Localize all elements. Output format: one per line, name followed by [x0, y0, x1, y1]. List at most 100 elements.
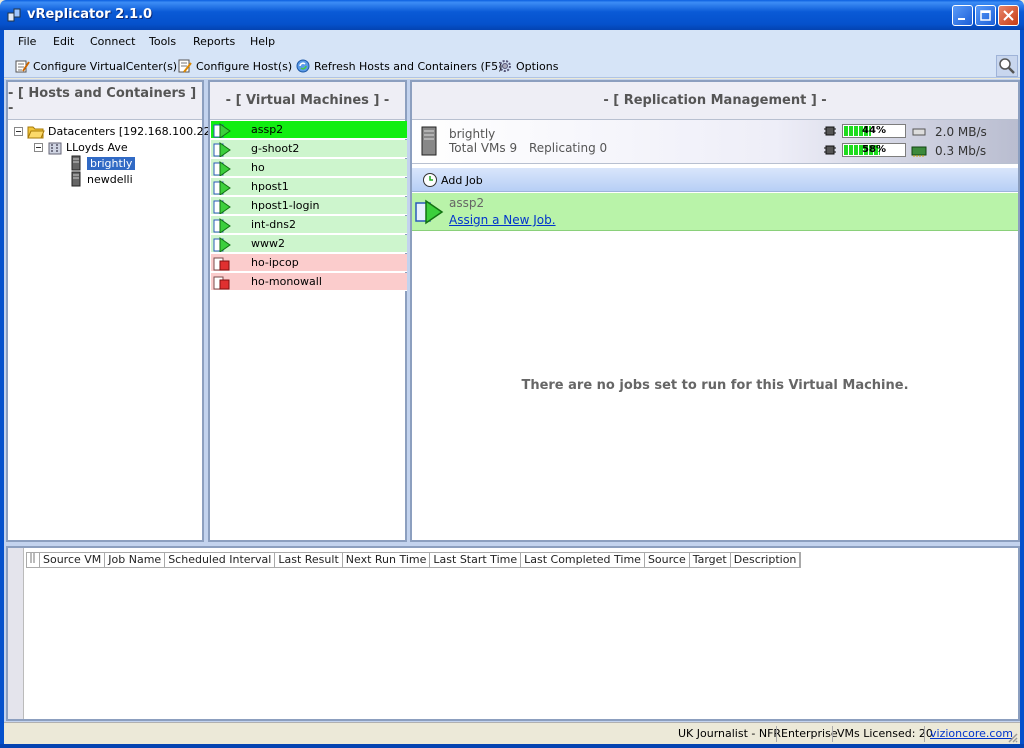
collapse-icon[interactable]: [34, 142, 43, 152]
column-header[interactable]: Last Result: [275, 553, 343, 567]
tree-site-lloyds-ave[interactable]: LLoyds Ave: [34, 139, 128, 155]
host-summary-bar: brightly Total VMs 9 Replicating 0 44% 2…: [412, 120, 1018, 164]
column-header[interactable]: Target: [690, 553, 731, 567]
vm-row-int-dns2[interactable]: int-dns2: [211, 216, 407, 234]
memory-usage-meter: 58%: [842, 143, 906, 157]
vm-row-www2[interactable]: www2: [211, 235, 407, 253]
edit-list-icon: [15, 60, 30, 73]
column-header[interactable]: Next Run Time: [343, 553, 431, 567]
window-frame-right: [1020, 30, 1024, 748]
vm-running-icon: [213, 218, 231, 233]
column-header[interactable]: Scheduled Interval: [165, 553, 276, 567]
tree-root-datacenters[interactable]: Datacenters [192.168.100.22]: [14, 123, 215, 139]
add-job-button[interactable]: Add Job: [422, 172, 483, 188]
assign-new-job-link[interactable]: Assign a New Job.: [449, 213, 556, 227]
collapse-icon[interactable]: [14, 126, 23, 136]
window-title: vReplicator 2.1.0: [27, 7, 153, 22]
column-header[interactable]: Description: [731, 553, 801, 567]
menu-file[interactable]: File: [18, 35, 36, 48]
replication-panel-header: - [ Replication Management ] -: [412, 82, 1018, 120]
menu-bar: File Edit Connect Tools Reports Help: [4, 30, 1020, 54]
column-header[interactable]: Job Name: [105, 553, 166, 567]
vm-row-assp2[interactable]: assp2: [211, 121, 407, 139]
vm-running-icon: [213, 237, 231, 252]
vm-running-icon: [213, 123, 231, 138]
tree-host-brightly[interactable]: brightly: [70, 155, 136, 171]
close-icon: [1003, 10, 1014, 21]
menu-help[interactable]: Help: [250, 35, 275, 48]
job-vm-name: assp2: [449, 196, 485, 210]
search-icon: [999, 58, 1015, 74]
gear-icon: [499, 60, 511, 72]
vms-panel: - [ Virtual Machines ] - assp2 g-shoot2 ho…: [208, 80, 407, 542]
folder-open-icon: [27, 126, 45, 138]
memory-icon: [824, 145, 836, 155]
app-icon: [7, 8, 21, 22]
vm-row-ho-monowall[interactable]: ho-monowall: [211, 273, 407, 291]
tree-host-newdelli[interactable]: newdelli: [70, 171, 133, 187]
status-licensed: VMs Licensed: 20: [837, 727, 933, 740]
close-button[interactable]: [998, 5, 1019, 26]
refresh-button[interactable]: Refresh Hosts and Containers (F5): [295, 58, 502, 74]
minimize-button[interactable]: [952, 5, 973, 26]
vm-row-hpost1[interactable]: hpost1: [211, 178, 407, 196]
column-selector[interactable]: [27, 553, 40, 567]
replication-panel: - [ Replication Management ] - brightly …: [410, 80, 1020, 542]
vm-running-icon: [213, 180, 231, 195]
configure-virtualcenter-button[interactable]: Configure VirtualCenter(s): [14, 58, 177, 74]
grip-icon: [30, 553, 35, 563]
maximize-button[interactable]: [975, 5, 996, 26]
title-bar: vReplicator 2.1.0: [0, 0, 1024, 30]
vm-row-ho-ipcop[interactable]: ho-ipcop: [211, 254, 407, 272]
vm-name: ho: [251, 161, 265, 174]
resize-grip-icon[interactable]: [1006, 731, 1018, 743]
host-replicating: Replicating 0: [529, 141, 608, 155]
edit-page-icon: [178, 59, 192, 73]
menu-reports[interactable]: Reports: [193, 35, 235, 48]
vm-row-g-shoot2[interactable]: g-shoot2: [211, 140, 407, 158]
maximize-icon: [980, 10, 991, 21]
disk-rate: 2.0 MB/s: [935, 125, 987, 139]
network-card-icon: [911, 146, 927, 157]
vm-row-hpost1-login[interactable]: hpost1-login: [211, 197, 407, 215]
menu-tools[interactable]: Tools: [149, 35, 176, 48]
workspace: - [ Hosts and Containers ] - Datacenters…: [4, 79, 1020, 744]
menu-edit[interactable]: Edit: [53, 35, 74, 48]
vm-stopped-icon: [213, 276, 230, 290]
vm-name: hpost1-login: [251, 199, 320, 212]
hosts-panel: - [ Hosts and Containers ] - Datacenters…: [6, 80, 215, 542]
column-header[interactable]: Last Completed Time: [521, 553, 645, 567]
status-license-user: UK Journalist - NFR: [678, 727, 782, 740]
building-icon: [48, 142, 62, 155]
job-table-header: Source VM Job Name Scheduled Interval Last …: [26, 552, 802, 568]
server-icon: [421, 126, 437, 156]
add-job-bar: Add Job: [412, 168, 1018, 192]
column-header[interactable]: Source VM: [40, 553, 106, 567]
status-separator: [832, 726, 833, 742]
vm-running-icon: [213, 142, 231, 157]
clock-icon: [423, 173, 437, 187]
status-edition: Enterprise: [781, 727, 838, 740]
server-icon: [71, 155, 81, 171]
vm-name: www2: [251, 237, 285, 250]
no-jobs-message: There are no jobs set to run for this Vi…: [521, 378, 909, 393]
vm-name: ho-ipcop: [251, 256, 299, 269]
vm-name: assp2: [251, 123, 284, 136]
options-button[interactable]: Options: [497, 58, 558, 74]
column-header[interactable]: Source: [645, 553, 690, 567]
vm-running-icon: [213, 161, 231, 176]
server-icon: [71, 171, 81, 187]
network-rate: 0.3 Mb/s: [935, 144, 987, 158]
search-button[interactable]: [996, 55, 1018, 77]
refresh-icon: [296, 59, 310, 73]
column-header[interactable]: Last Start Time: [430, 553, 522, 567]
vizioncore-link[interactable]: vizioncore.com: [930, 726, 1013, 742]
cpu-icon: [824, 126, 836, 136]
job-vm-row: assp2 Assign a New Job.: [412, 193, 1018, 231]
vm-row-ho[interactable]: ho: [211, 159, 407, 177]
vm-stopped-icon: [213, 257, 230, 271]
vm-name: hpost1: [251, 180, 289, 193]
configure-hosts-button[interactable]: Configure Host(s): [177, 58, 292, 74]
menu-connect[interactable]: Connect: [90, 35, 135, 48]
disk-icon: [912, 128, 926, 136]
